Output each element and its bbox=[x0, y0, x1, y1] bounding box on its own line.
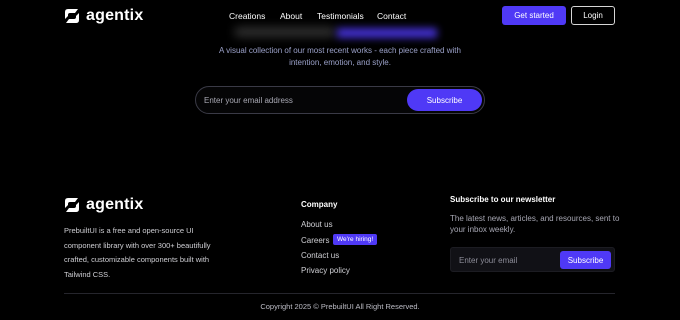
footer-divider bbox=[64, 293, 615, 294]
newsletter-description: The latest news, articles, and resources… bbox=[450, 214, 630, 235]
footer-description: PrebuiltUI is a free and open-source UI … bbox=[64, 224, 254, 282]
nav-link-testimonials[interactable]: Testimonials bbox=[317, 11, 364, 21]
hiring-badge: We're hiring! bbox=[333, 234, 378, 245]
footer-link-about-us[interactable]: About us bbox=[301, 220, 333, 229]
get-started-button[interactable]: Get started bbox=[502, 6, 566, 25]
brand-logo[interactable]: agentix bbox=[64, 7, 143, 25]
footer-description-line: crafted, customizable components built w… bbox=[64, 255, 210, 264]
blurred-heading-highlight bbox=[337, 28, 437, 38]
logo-icon bbox=[65, 198, 79, 212]
hero-subtitle: A visual collection of our most recent w… bbox=[190, 45, 490, 68]
hero-subscribe-button[interactable]: Subscribe bbox=[407, 89, 482, 111]
newsletter-form: Enter your email Subscribe bbox=[450, 247, 615, 272]
footer-link-contact-us[interactable]: Contact us bbox=[301, 251, 339, 260]
nav-link-contact[interactable]: Contact bbox=[377, 11, 406, 21]
nav-link-about[interactable]: About bbox=[280, 11, 302, 21]
hero-subtitle-line1: A visual collection of our most recent w… bbox=[219, 46, 461, 55]
newsletter-subscribe-button[interactable]: Subscribe bbox=[560, 251, 611, 269]
footer-description-line: PrebuiltUI is a free and open-source UI bbox=[64, 226, 194, 235]
brand-name: agentix bbox=[86, 7, 144, 24]
footer-description-line: component library with over 300+ beautif… bbox=[64, 240, 211, 250]
footer-description-line: Tailwind CSS. bbox=[64, 269, 111, 279]
footer-link-privacy-policy[interactable]: Privacy policy bbox=[301, 266, 350, 275]
footer-brand-name: agentix bbox=[86, 196, 144, 213]
hero-email-input[interactable]: Enter your email address bbox=[204, 96, 293, 105]
newsletter-heading: Subscribe to our newsletter bbox=[450, 195, 556, 204]
footer-link-careers[interactable]: Careers bbox=[301, 236, 329, 245]
company-heading: Company bbox=[301, 200, 338, 209]
logo-icon bbox=[65, 9, 79, 23]
footer-brand-logo[interactable]: agentix bbox=[64, 196, 143, 214]
newsletter-desc-line1: The latest news, articles, and resources… bbox=[450, 214, 620, 223]
copyright-text: Copyright 2025 © PrebuiltUI All Right Re… bbox=[260, 302, 420, 311]
hero-subtitle-line2: intention, emotion, and style. bbox=[289, 57, 391, 67]
nav-link-creations[interactable]: Creations bbox=[229, 11, 265, 21]
blurred-heading-part bbox=[235, 28, 335, 36]
login-button[interactable]: Login bbox=[571, 6, 615, 25]
newsletter-email-input[interactable]: Enter your email bbox=[459, 256, 517, 265]
newsletter-desc-line2: your inbox weekly. bbox=[450, 224, 516, 234]
hero-email-form: Enter your email address Subscribe bbox=[195, 86, 485, 114]
